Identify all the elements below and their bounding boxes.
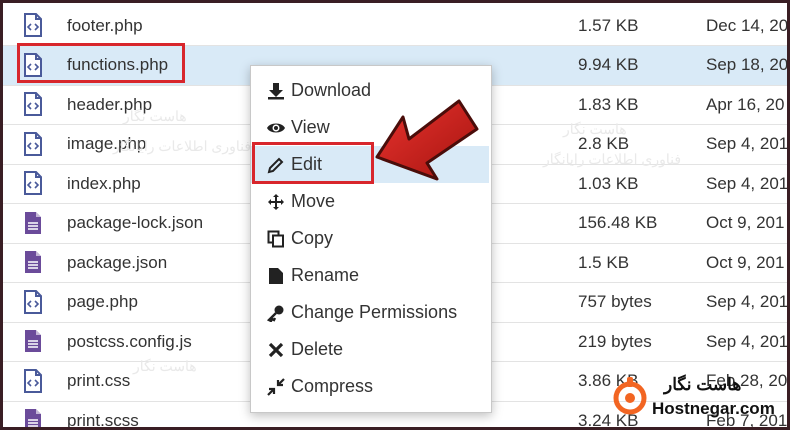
menu-item-label: Change Permissions [291,302,458,322]
menu-item-copy[interactable]: Copy [251,220,489,257]
file-size: 757 bytes [578,292,652,311]
menu-item-change-permissions[interactable]: Change Permissions [251,294,489,331]
file-name[interactable]: page.php [67,292,138,312]
brand-logo-block: هاست نگار Hostnegar.com [608,373,787,425]
text-file-icon [23,329,43,353]
file-size: 1.03 KB [578,173,639,193]
file-date: Apr 16, 20 [706,94,785,114]
file-name[interactable]: image.php [67,134,146,154]
compress-icon [265,377,287,396]
file-date: Sep 18, 20 [706,55,789,74]
menu-item-label: Download [291,80,372,100]
menu-item-rename[interactable]: Rename [251,257,489,294]
menu-item-label: Compress [291,376,374,396]
code-file-icon [23,92,43,116]
code-file-icon [23,368,43,393]
file-date: Dec 14, 20 [706,15,789,35]
file-name[interactable]: package-lock.json [67,213,203,233]
file-date: Sep 4, 201 [706,173,789,193]
code-file-icon [23,171,43,195]
menu-item-label: Move [291,191,336,211]
menu-item-label: Copy [291,228,334,248]
download-icon [265,82,287,100]
file-size: 2.8 KB [578,134,630,153]
text-file-icon [23,250,43,274]
file-size: 1.5 KB [578,252,630,272]
eye-icon [265,121,287,135]
file-name[interactable]: print.css [67,371,130,391]
menu-item-delete[interactable]: Delete [251,331,489,368]
file-name[interactable]: print.scss [67,411,139,428]
menu-item-label: Delete [291,339,344,359]
brand-name-persian: هاست نگار [664,375,742,394]
code-file-icon [23,131,43,156]
brand-name-english: Hostnegar.com [652,399,775,418]
x-icon [265,342,287,358]
file-size: 1.83 KB [578,94,639,114]
text-file-icon [23,408,43,427]
file-date: Sep 4, 201 [706,292,789,311]
file-highlight-box [17,43,185,83]
file-row[interactable]: footer.php 1.57 KB Dec 14, 20 [3,6,787,46]
file-name[interactable]: index.php [67,174,141,194]
copy-icon [265,230,287,248]
menu-item-compress[interactable]: Compress [251,368,489,405]
edit-highlight-box [252,142,374,184]
pointer-arrow-icon [375,99,479,181]
file-date: Sep 4, 201 [706,331,789,351]
file-size: 9.94 KB [578,55,639,74]
file-manager-window: footer.php 1.57 KB Dec 14, 20 functions.php… [0,0,790,430]
text-file-icon [23,211,43,235]
code-file-icon [23,289,43,314]
file-date: Sep 4, 201 [706,134,789,153]
file-name[interactable]: package.json [67,253,167,273]
file-size: 1.57 KB [578,15,639,35]
menu-item-label: View [291,117,330,137]
file-date: Oct 9, 201 [706,213,785,232]
hostnegar-logo-icon [613,377,647,415]
file-name[interactable]: footer.php [67,16,143,36]
code-file-icon [23,13,43,37]
file-date: Oct 9, 201 [706,252,785,272]
file-name[interactable]: postcss.config.js [67,332,192,352]
file-size: 219 bytes [578,331,652,351]
menu-item-label: Rename [291,265,360,285]
move-arrows-icon [265,193,287,211]
file-size: 156.48 KB [578,213,658,232]
file-icon [265,267,287,285]
key-icon [265,304,287,322]
file-name[interactable]: header.php [67,95,152,115]
